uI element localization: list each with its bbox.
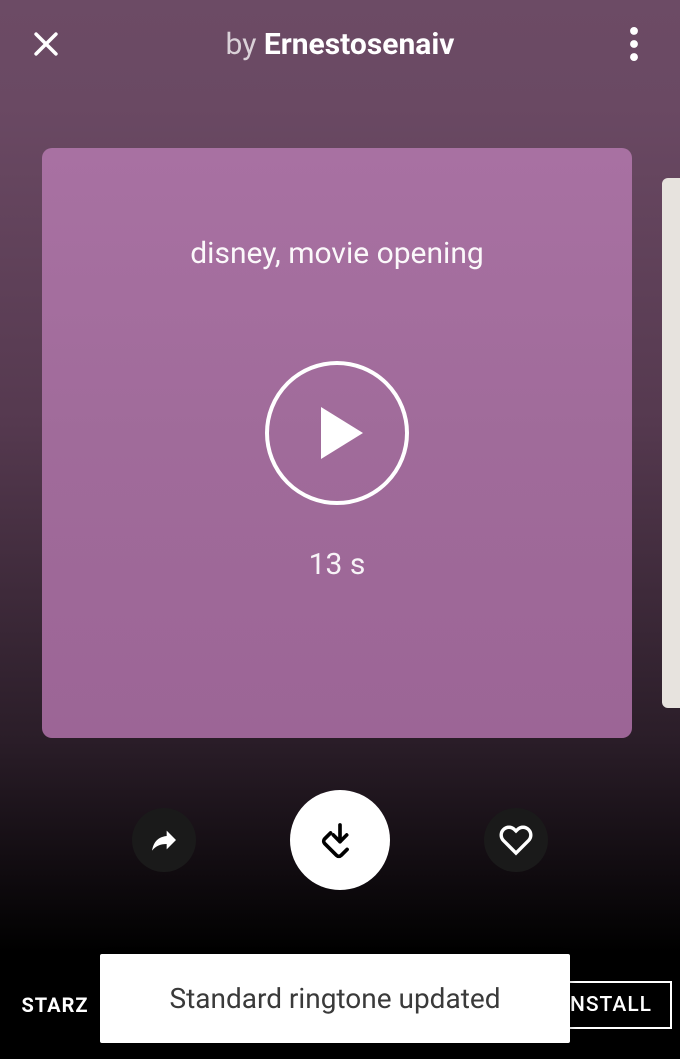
share-arrow-icon [148, 824, 180, 856]
author-prefix: by [226, 27, 264, 62]
more-menu-button[interactable] [612, 22, 656, 66]
author-name[interactable]: Ernestosenaiv [264, 27, 455, 62]
action-row [0, 790, 680, 890]
ringtone-title: disney, movie opening [190, 236, 483, 271]
ringtone-card: disney, movie opening 13 s [42, 148, 632, 738]
download-set-icon [320, 820, 360, 860]
next-card-peek[interactable] [662, 178, 680, 708]
ad-logo: STARZ [0, 951, 110, 1059]
card-carousel[interactable]: disney, movie opening 13 s [0, 148, 680, 738]
close-icon [29, 27, 63, 61]
header: by Ernestosenaiv [0, 0, 680, 72]
favorite-button[interactable] [484, 808, 548, 872]
set-ringtone-button[interactable] [290, 790, 390, 890]
page-title: by Ernestosenaiv [68, 27, 612, 62]
toast-message: Standard ringtone updated [100, 954, 570, 1043]
share-button[interactable] [132, 808, 196, 872]
ringtone-duration: 13 s [309, 547, 366, 582]
more-vert-icon [630, 27, 638, 61]
play-icon [321, 407, 363, 459]
close-button[interactable] [24, 22, 68, 66]
heart-icon [499, 823, 533, 857]
play-button[interactable] [265, 361, 409, 505]
